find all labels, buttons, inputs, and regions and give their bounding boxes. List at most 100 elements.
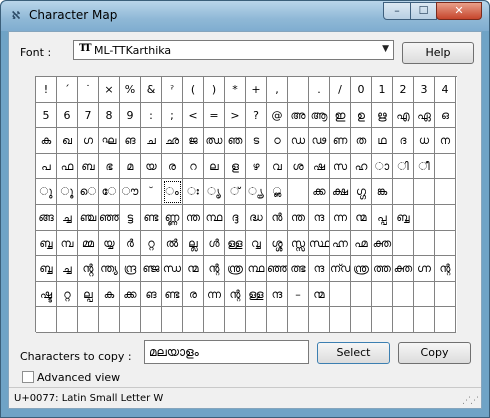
character-cell[interactable]: ങ്ങ: [36, 205, 57, 231]
character-cell[interactable]: ന്ത: [288, 205, 309, 231]
character-cell[interactable]: ന്ത്ര: [351, 256, 372, 282]
character-cell[interactable]: [309, 307, 330, 333]
character-cell[interactable]: (: [183, 77, 204, 103]
character-cell[interactable]: [246, 307, 267, 333]
character-cell[interactable]: മ്മ: [78, 230, 99, 257]
advanced-view-label[interactable]: Advanced view: [37, 371, 120, 384]
character-cell[interactable]: റ്റ: [141, 230, 162, 257]
character-cell[interactable]: 8: [99, 102, 120, 129]
character-cell[interactable]: ക്ത: [393, 256, 414, 282]
minimize-button[interactable]: –: [383, 2, 411, 20]
character-cell[interactable]: 9: [120, 102, 141, 129]
character-cell[interactable]: ർ: [120, 230, 141, 257]
copy-button[interactable]: Copy: [398, 342, 471, 364]
character-cell[interactable]: ആ: [309, 102, 330, 129]
character-cell[interactable]: ൻ്റ: [78, 256, 99, 282]
character-cell[interactable]: [435, 230, 456, 257]
character-cell[interactable]: പ: [36, 153, 57, 180]
close-button[interactable]: ✕: [436, 2, 482, 20]
character-cell[interactable]: ഏ: [414, 102, 435, 129]
character-cell[interactable]: [99, 307, 120, 333]
character-cell[interactable]: [330, 307, 351, 333]
character-cell[interactable]: ന്ഥ: [204, 205, 225, 231]
character-cell[interactable]: പ്പ: [372, 205, 393, 231]
character-cell[interactable]: ˙: [78, 77, 99, 103]
character-cell[interactable]: ഷ: [309, 153, 330, 180]
character-cell[interactable]: സ്ഥ: [309, 230, 330, 257]
character-cell[interactable]: ന്ഡ: [330, 256, 351, 282]
character-cell[interactable]: ഠ: [267, 128, 288, 154]
character-cell[interactable]: ഗ്ഗ: [351, 179, 372, 205]
character-cell[interactable]: ,: [267, 77, 288, 103]
characters-to-copy-input[interactable]: മലയാളം: [144, 340, 309, 364]
character-cell[interactable]: യ: [141, 153, 162, 180]
character-cell[interactable]: [351, 281, 372, 308]
character-cell[interactable]: ഉ: [351, 102, 372, 129]
character-cell[interactable]: ഢ: [309, 128, 330, 154]
character-cell[interactable]: ഹ: [351, 153, 372, 180]
character-cell[interactable]: ൃ: [204, 179, 225, 205]
character-cell[interactable]: ക്ഷ: [330, 179, 351, 205]
character-cell[interactable]: ന്മ: [351, 205, 372, 231]
character-cell[interactable]: ×: [99, 77, 120, 103]
character-cell[interactable]: ഡ: [288, 128, 309, 154]
character-cell[interactable]: ൂ: [57, 179, 78, 205]
character-cell[interactable]: ഞ്ഞ: [267, 256, 288, 282]
character-cell[interactable]: [414, 179, 435, 205]
character-cell[interactable]: [414, 205, 435, 231]
help-button[interactable]: Help: [402, 42, 474, 64]
character-cell[interactable]: ല്ല: [183, 230, 204, 257]
character-cell[interactable]: വ്വ: [246, 230, 267, 257]
character-cell[interactable]: ള്ള: [225, 230, 246, 257]
character-cell[interactable]: ന്റ: [204, 256, 225, 282]
character-cell[interactable]: ന്ത: [183, 205, 204, 231]
character-cell[interactable]: റ്റ: [57, 281, 78, 308]
character-cell[interactable]: ക: [99, 281, 120, 308]
character-cell[interactable]: ണ: [330, 128, 351, 154]
character-cell[interactable]: ഹ്മ: [351, 230, 372, 257]
character-cell[interactable]: =: [204, 102, 225, 129]
character-cell[interactable]: ൗ: [120, 179, 141, 205]
character-cell[interactable]: [435, 281, 456, 308]
character-cell[interactable]: !: [36, 77, 57, 103]
character-cell[interactable]: ൻ: [267, 205, 288, 231]
character-cell[interactable]: ൄ: [246, 179, 267, 205]
character-cell[interactable]: [351, 307, 372, 333]
character-cell[interactable]: ഞ്ജ: [141, 256, 162, 282]
character-cell[interactable]: െ: [78, 179, 99, 205]
character-cell[interactable]: ു: [36, 179, 57, 205]
character-cell[interactable]: ദ്ദ: [225, 205, 246, 231]
character-cell[interactable]: ശ: [288, 153, 309, 180]
character-cell[interactable]: ത: [351, 128, 372, 154]
character-cell[interactable]: [225, 307, 246, 333]
character-cell[interactable]: ച്ച: [57, 256, 78, 282]
character-cell[interactable]: [141, 307, 162, 333]
character-cell[interactable]: ജ: [183, 128, 204, 154]
character-cell[interactable]: 4: [435, 77, 456, 103]
character-cell[interactable]: ഞ്ച: [78, 205, 99, 231]
character-cell[interactable]: [36, 307, 57, 333]
character-cell[interactable]: 5: [36, 102, 57, 129]
character-cell[interactable]: [393, 307, 414, 333]
character-cell[interactable]: [288, 77, 309, 103]
character-cell[interactable]: ഋ: [372, 102, 393, 129]
character-cell[interactable]: ക്ത: [372, 230, 393, 257]
character-cell[interactable]: വ: [267, 153, 288, 180]
character-cell[interactable]: ൢ: [267, 179, 288, 205]
character-cell[interactable]: മ്പ: [57, 230, 78, 257]
character-cell[interactable]: [435, 307, 456, 333]
character-cell[interactable]: ഛ: [162, 128, 183, 154]
character-cell[interactable]: [183, 307, 204, 333]
character-cell[interactable]: ˊ: [57, 77, 78, 103]
character-cell[interactable]: ഞ്ഞ: [99, 205, 120, 231]
character-cell[interactable]: ന്ധ: [162, 256, 183, 282]
character-cell[interactable]: ങ: [120, 128, 141, 154]
character-cell[interactable]: േ: [99, 179, 120, 205]
character-cell[interactable]: ന്ഥ: [246, 256, 267, 282]
character-cell[interactable]: ന്ദ: [309, 256, 330, 282]
character-cell[interactable]: ന്ത്ര: [225, 256, 246, 282]
character-cell[interactable]: ര: [162, 153, 183, 180]
character-cell[interactable]: ): [204, 77, 225, 103]
character-cell[interactable]: ല്പ: [78, 281, 99, 308]
character-cell[interactable]: ˀ: [162, 77, 183, 103]
